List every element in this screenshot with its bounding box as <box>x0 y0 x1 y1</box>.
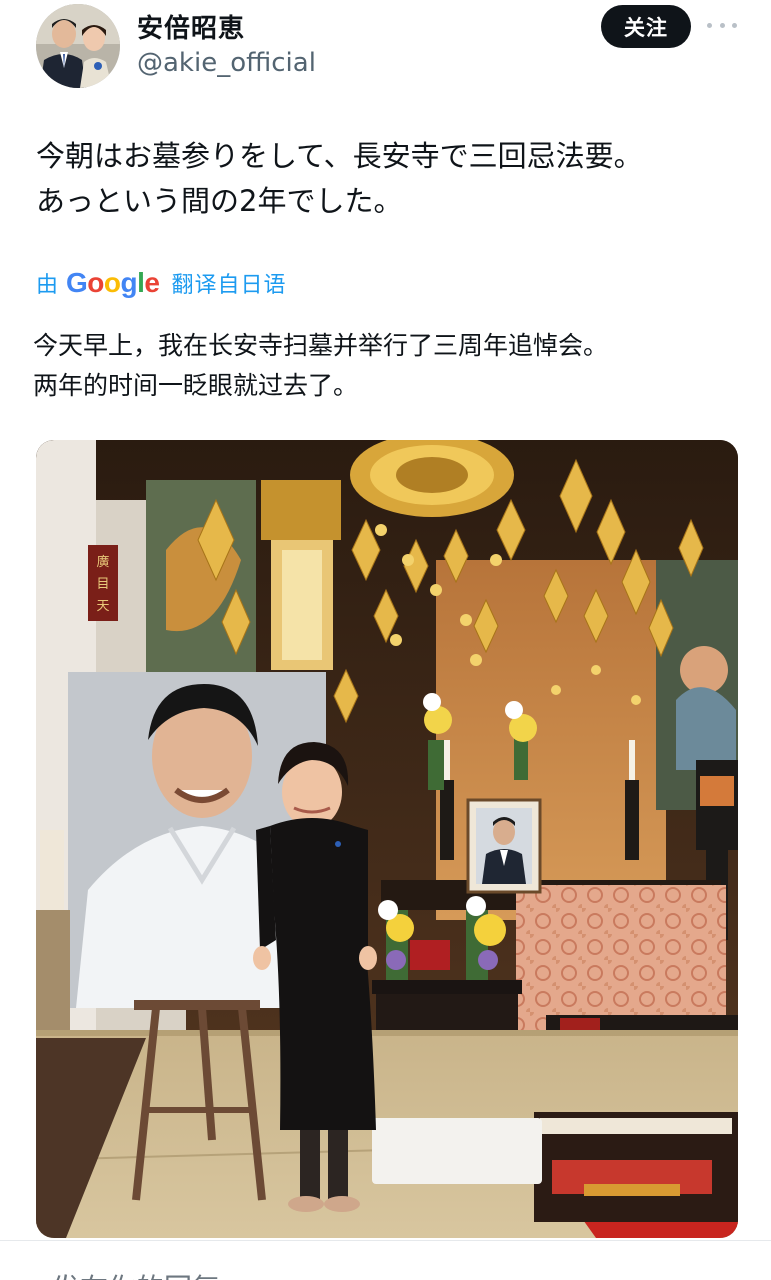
follow-button[interactable]: 关注 <box>601 5 691 48</box>
translated-text-line: 今天早上，我在长安寺扫墓并举行了三周年追悼会。 <box>33 331 609 360</box>
user-handle[interactable]: @akie_official <box>137 48 316 78</box>
svg-text:天: 天 <box>96 599 109 614</box>
avatar[interactable] <box>36 4 120 88</box>
svg-text:目: 目 <box>96 577 109 592</box>
reply-input[interactable]: 发布你的回复 <box>52 1267 220 1280</box>
post-text-line: あっという間の2年でした。 <box>36 184 403 218</box>
reply-bar: 发布你的回复 <box>0 1240 771 1280</box>
translation-by-label: 由 <box>36 273 59 298</box>
more-horizontal-icon[interactable] <box>707 15 737 35</box>
post-text: 今朝はお墓参りをして、長安寺で三回忌法要。 あっという間の2年でした。 <box>36 134 746 224</box>
post-detail-page: 安倍昭恵 @akie_official 关注 今朝はお墓参りをして、長安寺で三回… <box>0 0 771 1280</box>
post-text-line: 今朝はお墓参りをして、長安寺で三回忌法要。 <box>36 139 643 173</box>
display-name[interactable]: 安倍昭恵 <box>137 8 245 45</box>
google-logo: Google <box>66 267 160 298</box>
translated-from-label: 翻译自日语 <box>171 273 287 298</box>
svg-text:廣: 廣 <box>96 555 109 570</box>
translated-text: 今天早上，我在长安寺扫墓并举行了三周年追悼会。 两年的时间一眨眼就过去了。 <box>33 326 743 406</box>
post-photo[interactable]: 廣 目 天 <box>36 440 738 1238</box>
post-header: 安倍昭恵 @akie_official 关注 <box>0 0 771 110</box>
translated-text-line: 两年的时间一眨眼就过去了。 <box>33 371 359 400</box>
translation-attribution[interactable]: 由 Google 翻译自日语 <box>36 264 287 302</box>
